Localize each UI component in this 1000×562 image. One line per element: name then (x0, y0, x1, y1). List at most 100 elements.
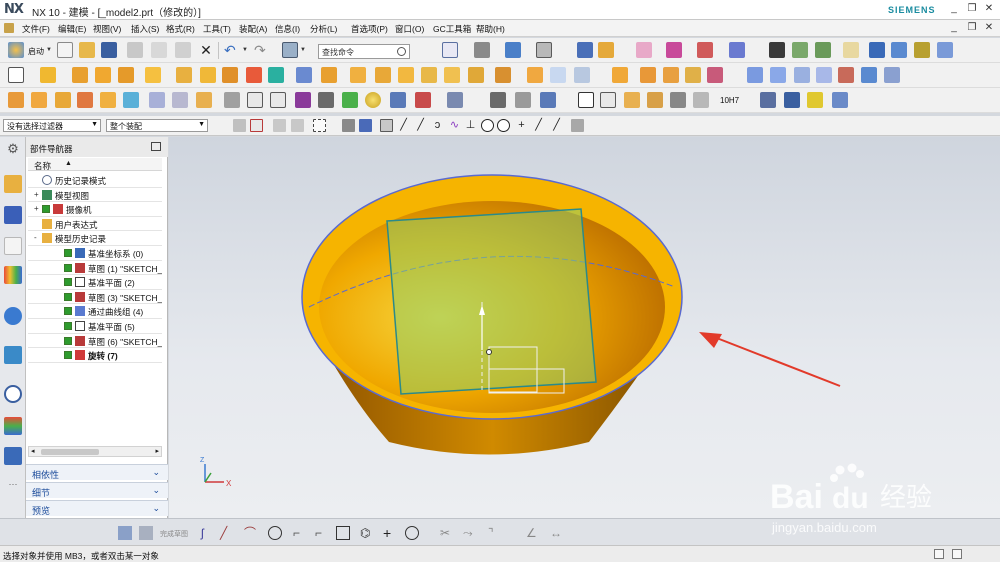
snap-bounded-icon[interactable]: ╱ (550, 119, 563, 132)
edge-blend-icon[interactable] (145, 67, 161, 83)
extension-icon[interactable] (884, 67, 900, 83)
datum-icon[interactable] (574, 67, 590, 83)
measure-angle-icon[interactable] (172, 92, 188, 108)
line-icon[interactable]: ╱ (220, 526, 234, 540)
tolerance-label[interactable]: 10H7 (720, 96, 739, 105)
menu-help[interactable]: 帮助(H) (476, 23, 505, 35)
tree-row[interactable]: 通过曲线组 (4) (28, 304, 162, 319)
measure-body-icon[interactable] (196, 92, 212, 108)
select-by-type-icon[interactable] (250, 119, 263, 132)
subtract-icon[interactable] (268, 67, 284, 83)
menu-view[interactable]: 视图(V) (93, 23, 121, 35)
chevron-down-icon[interactable]: ▼ (242, 47, 248, 53)
pattern-icon[interactable] (222, 67, 238, 83)
ellipse-icon[interactable] (405, 526, 419, 540)
more-icon[interactable]: ⋯ (4, 480, 22, 498)
tool-pencil-icon[interactable] (914, 42, 930, 58)
extrude-icon[interactable] (40, 67, 56, 83)
open-folder-icon[interactable] (79, 42, 95, 58)
grid-table-icon[interactable] (600, 92, 616, 108)
revolve-icon[interactable] (72, 67, 88, 83)
trim-icon[interactable]: ✂ (440, 526, 454, 540)
tree-row[interactable]: 草图 (3) "SKETCH_0 (28, 290, 162, 305)
delete-face-icon[interactable] (707, 67, 723, 83)
layer-icon[interactable] (598, 42, 614, 58)
part-navigator-icon[interactable] (4, 237, 22, 255)
sphere-analysis-icon[interactable] (365, 92, 381, 108)
studio-surface-icon[interactable] (794, 67, 810, 83)
section-analysis-icon[interactable] (390, 92, 406, 108)
through-curves-icon[interactable] (770, 67, 786, 83)
checkbox-checked-icon[interactable] (64, 322, 72, 330)
menu-icon[interactable] (4, 23, 14, 33)
cone-icon[interactable] (663, 67, 679, 83)
block-icon[interactable] (612, 67, 628, 83)
spreadsheet-icon[interactable] (295, 92, 311, 108)
edit-section-icon[interactable] (577, 42, 593, 58)
measure-icon[interactable] (729, 42, 745, 58)
doc-restore-button[interactable]: ❐ (966, 22, 978, 34)
zoom-icon[interactable] (474, 42, 490, 58)
command-search-input[interactable]: 查找命令 (318, 44, 410, 59)
triangle-icon[interactable] (578, 92, 594, 108)
constraint-navigator-icon[interactable] (4, 206, 22, 224)
thicken-icon[interactable] (398, 67, 414, 83)
snap-control-icon[interactable]: ╱ (414, 119, 427, 132)
history-icon[interactable] (4, 385, 22, 403)
collapse-icon[interactable]: - (34, 233, 37, 242)
unite-icon[interactable] (246, 67, 262, 83)
image-icon[interactable] (670, 92, 686, 108)
chamfer-sketch-icon[interactable]: ⌐ (315, 526, 329, 540)
tree-row[interactable]: 基准坐标系 (0) (28, 246, 162, 261)
snap-settings-icon[interactable] (571, 119, 584, 132)
offset-face-icon[interactable] (350, 67, 366, 83)
menu-analysis[interactable]: 分析(L) (310, 23, 337, 35)
sketch-icon[interactable] (8, 67, 24, 83)
trim-sheet-icon[interactable] (838, 67, 854, 83)
menu-assembly[interactable]: 装配(A) (239, 23, 267, 35)
select-all-icon[interactable] (291, 119, 304, 132)
export-csv-icon[interactable] (247, 92, 263, 108)
shell-icon[interactable] (200, 67, 216, 83)
checkbox-checked-icon[interactable] (64, 292, 72, 301)
tree-row[interactable]: 用户表达式 (28, 217, 162, 232)
measure-distance-icon[interactable] (149, 92, 165, 108)
menu-edit[interactable]: 编辑(E) (58, 23, 86, 35)
finish-sketch-icon[interactable] (118, 526, 132, 540)
delete-icon[interactable]: ✕ (198, 42, 214, 58)
dimension-icon[interactable] (693, 92, 709, 108)
move-object-icon[interactable] (769, 42, 785, 58)
tree-row[interactable]: + 摄像机 (28, 202, 162, 217)
doc-minimize-button[interactable]: _ (948, 22, 960, 34)
tree-row[interactable]: 草图 (1) "SKETCH_0 (28, 261, 162, 276)
snap-endpoint-icon[interactable] (380, 119, 393, 132)
snap-midpoint-icon[interactable]: ╱ (397, 119, 410, 132)
scrollbar-thumb[interactable] (41, 449, 99, 455)
snap-view-icon[interactable] (636, 42, 652, 58)
snap-perpendicular-icon[interactable]: ⊥ (464, 119, 477, 132)
column-header-name[interactable]: 名称 ▲ (28, 158, 162, 171)
system-materials-icon[interactable] (4, 417, 22, 435)
mirror-icon[interactable] (321, 67, 337, 83)
menu-preferences[interactable]: 首选项(P) (351, 23, 388, 35)
restore-button[interactable]: ❐ (966, 3, 978, 15)
curve-analysis-icon[interactable] (318, 92, 334, 108)
snap-quadrant-icon[interactable] (497, 119, 510, 132)
horizontal-scrollbar[interactable]: ◂ ▸ (28, 446, 162, 457)
make-coplanar-icon[interactable] (123, 92, 139, 108)
menu-insert[interactable]: 插入(S) (131, 23, 159, 35)
polygon-icon[interactable]: ⌬ (360, 526, 374, 540)
tube-icon[interactable] (527, 67, 543, 83)
scroll-left-icon[interactable]: ◂ (31, 447, 35, 455)
cut-icon[interactable] (127, 42, 143, 58)
copy-icon[interactable] (151, 42, 167, 58)
checkbox-checked-icon[interactable] (64, 278, 72, 287)
tree-row[interactable]: 旋转 (7) (28, 348, 162, 363)
tree-row[interactable]: 历史记录模式 (28, 173, 162, 188)
cylinder-icon[interactable] (640, 67, 656, 83)
datum-plane[interactable] (386, 208, 597, 395)
tree-row[interactable]: - 模型历史记录 (28, 231, 162, 246)
web-browser-icon[interactable] (4, 346, 22, 364)
window-layout-icon[interactable] (282, 42, 298, 58)
balloon-icon[interactable] (647, 92, 663, 108)
